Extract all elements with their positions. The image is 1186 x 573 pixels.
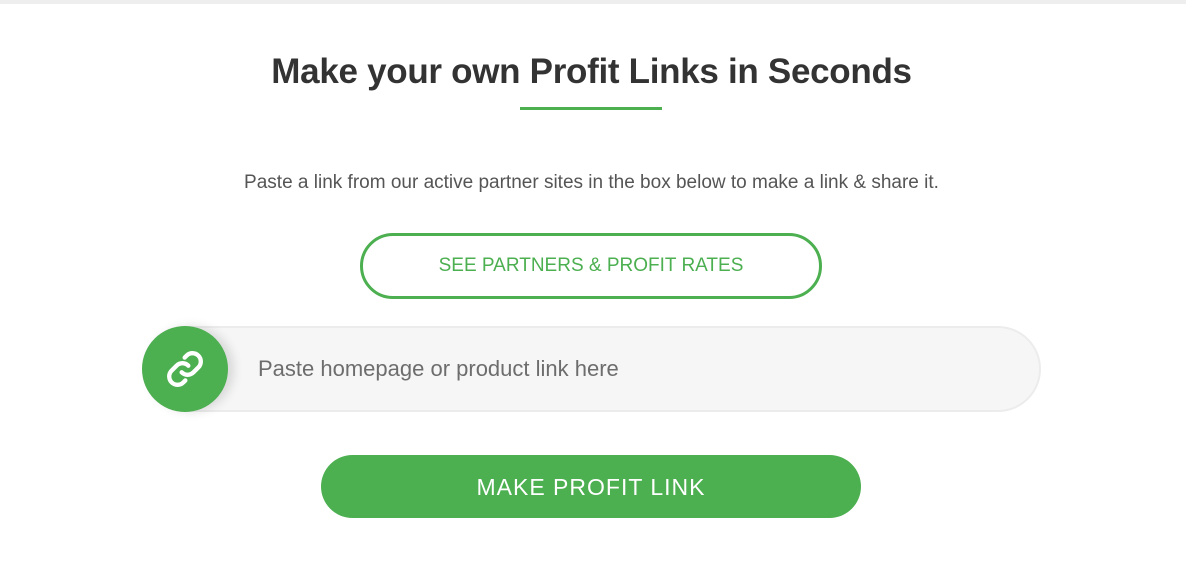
make-profit-link-button[interactable]: MAKE PROFIT LINK [321,455,861,518]
see-partners-button[interactable]: SEE PARTNERS & PROFIT RATES [360,233,822,299]
profit-link-page: Make your own Profit Links in Seconds Pa… [0,0,1186,573]
page-subtitle: Paste a link from our active partner sit… [244,172,939,193]
top-divider [0,0,1186,4]
link-icon [142,326,228,412]
page-title: Make your own Profit Links in Seconds [271,52,912,91]
product-link-input[interactable] [248,344,1018,394]
title-underline [520,107,662,110]
